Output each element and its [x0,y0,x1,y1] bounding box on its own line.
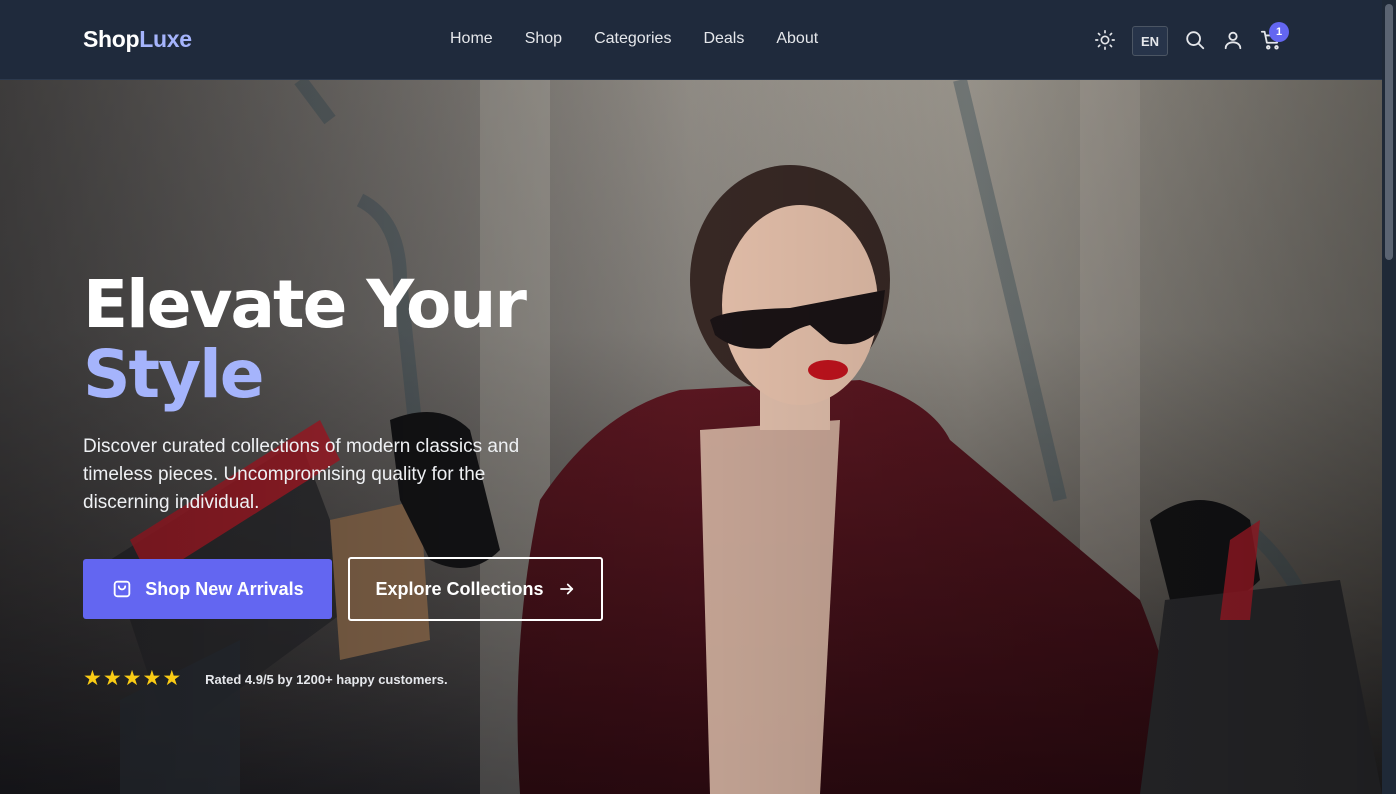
page-scrollbar[interactable] [1382,0,1396,794]
explore-collections-label: Explore Collections [375,578,544,599]
main-nav: Home Shop Categories Deals About [450,30,818,48]
star-icon: ★ [162,667,182,690]
nav-link-shop[interactable]: Shop [525,30,562,48]
nav-link-about[interactable]: About [776,30,818,48]
star-icon: ★ [122,667,142,690]
cart-count-badge: 1 [1269,22,1289,42]
shop-new-arrivals-label: Shop New Arrivals [145,578,304,599]
top-navbar: ShopLuxe Home Shop Categories Deals Abou… [0,0,1382,80]
customer-rating: ★ ★ ★ ★ ★ Rated 4.9/5 by 1200+ happy cus… [83,667,448,690]
shopping-bag-icon [114,580,131,598]
shop-new-arrivals-button[interactable]: Shop New Arrivals [83,559,332,619]
search-icon [1186,31,1205,50]
sun-icon [1095,30,1115,50]
star-icon: ★ [83,667,102,690]
rating-text: Rated 4.9/5 by 1200+ happy customers. [205,671,448,687]
scrollbar-thumb[interactable] [1385,4,1393,260]
nav-link-categories[interactable]: Categories [594,30,671,48]
brand-name-main: Shop [83,26,140,52]
nav-link-home[interactable]: Home [450,30,493,48]
hero-subtitle: Discover curated collections of modern c… [83,436,520,513]
brand-logo[interactable]: ShopLuxe [83,26,192,53]
nav-link-deals[interactable]: Deals [703,30,744,48]
rating-stars: ★ ★ ★ ★ ★ [83,667,182,690]
account-button[interactable] [1220,27,1246,53]
language-button[interactable]: EN [1132,26,1168,56]
hero-title-line1: Elevate Your [83,266,527,343]
star-icon: ★ [142,667,162,690]
theme-toggle-button[interactable] [1092,27,1118,53]
user-icon [1224,31,1242,50]
hero-title: Elevate Your Style [83,270,527,413]
hero-title-accent: Style [83,336,264,413]
explore-collections-button[interactable]: Explore Collections [348,557,603,621]
hero-section: Elevate Your Style Discover curated coll… [0,80,1382,794]
arrow-right-icon [559,583,573,595]
brand-name-accent: Luxe [139,26,192,52]
star-icon: ★ [102,667,122,690]
search-button[interactable] [1182,27,1208,53]
